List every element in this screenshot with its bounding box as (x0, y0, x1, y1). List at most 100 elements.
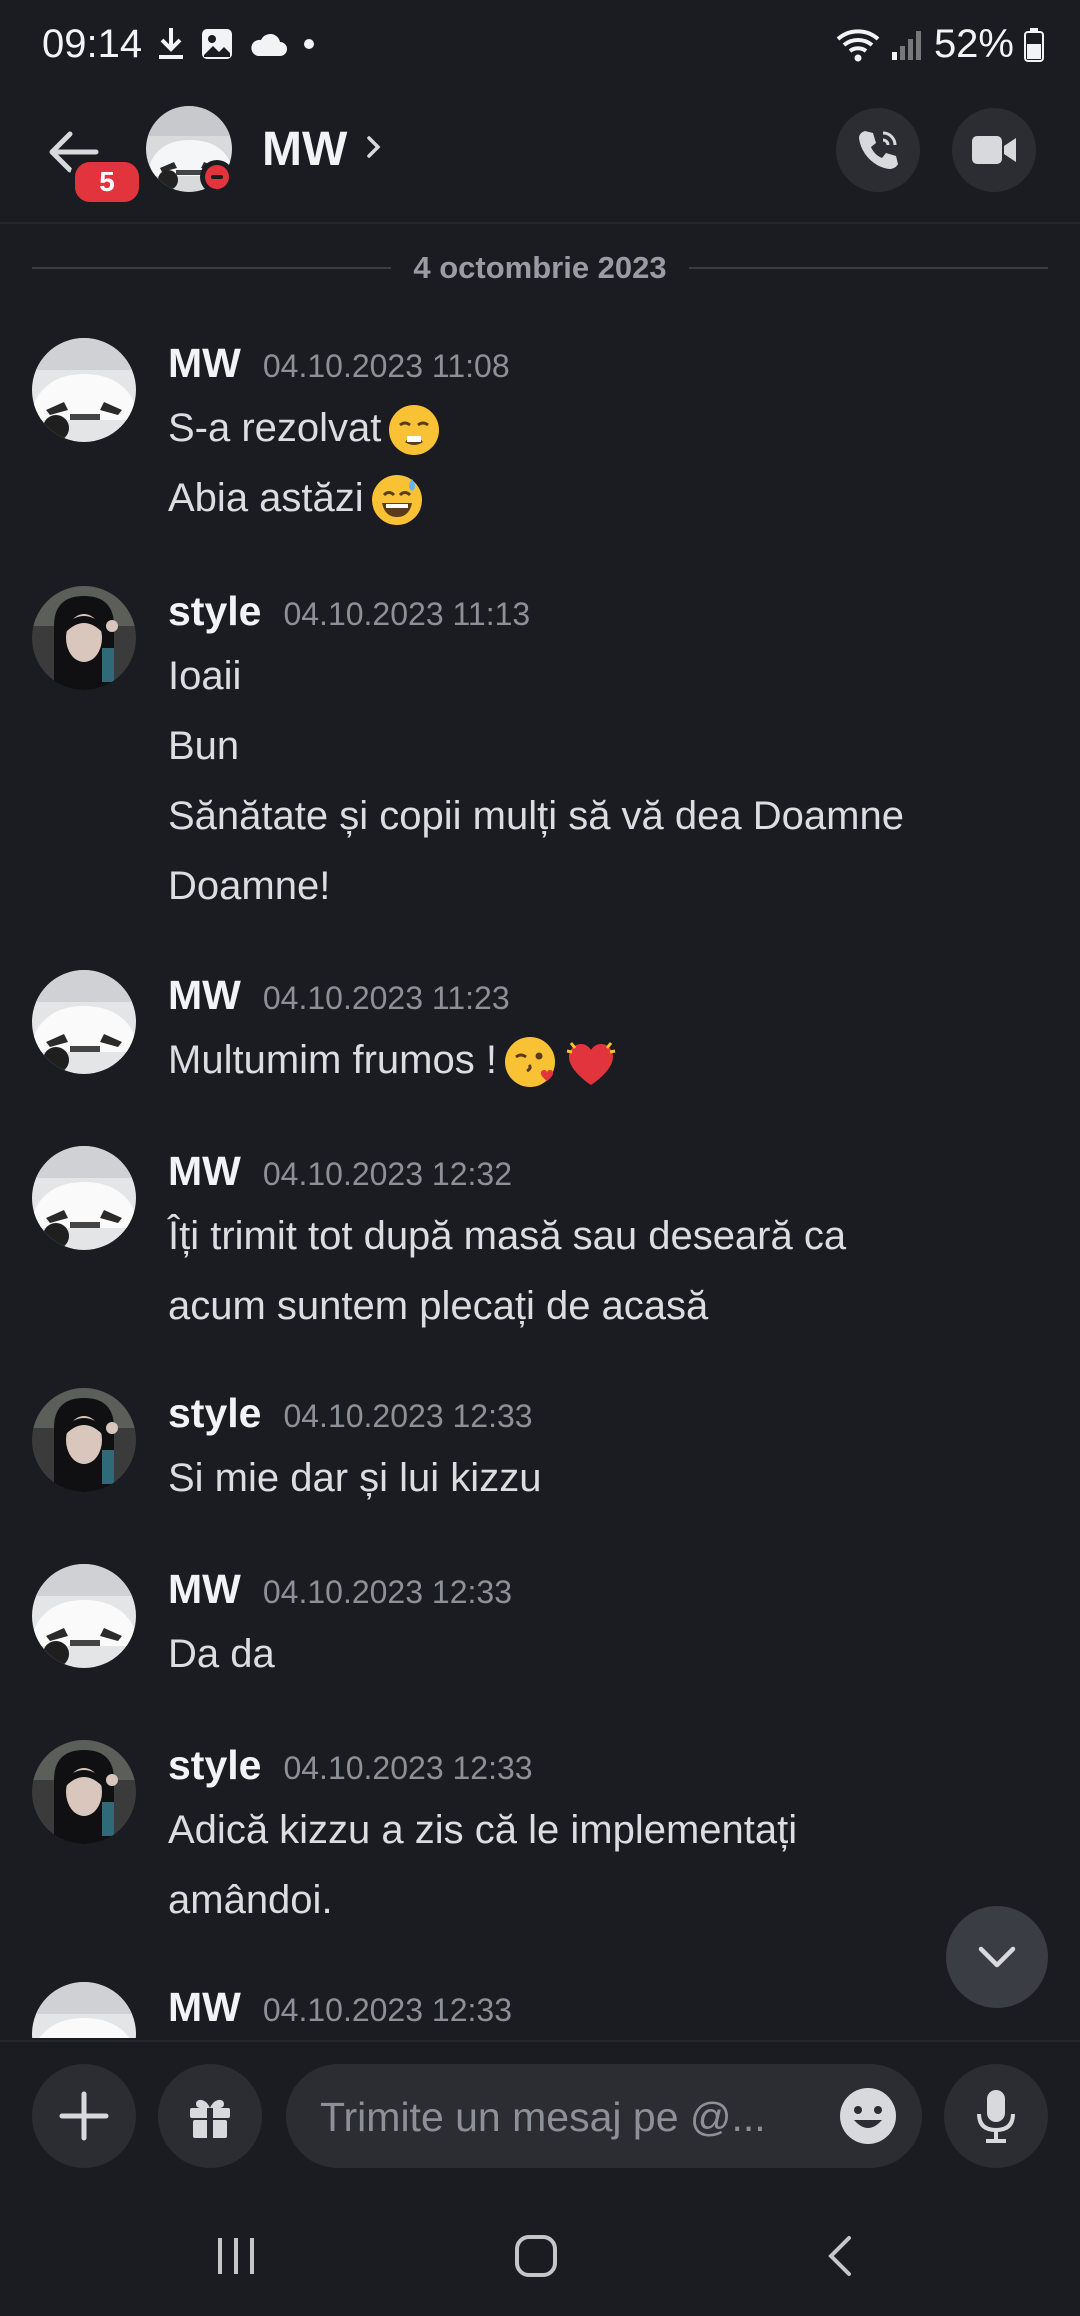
status-notification-icons (156, 26, 316, 62)
avatar[interactable] (32, 1564, 136, 1668)
status-bar: 09:14 52% (0, 0, 1080, 92)
status-time: 09:14 (42, 22, 143, 66)
beating-heart-icon (566, 1042, 616, 1086)
message-line: acum suntem plecați de acasă (168, 1284, 709, 1328)
message-line: Multumim frumos ! (168, 1028, 1028, 1092)
add-attachment-button[interactable] (32, 2064, 136, 2168)
chevron-down-icon (978, 1946, 1016, 1968)
emoji-button[interactable] (838, 2086, 898, 2151)
phone-icon (859, 131, 898, 169)
message-header: style 04.10.2023 12:33 (168, 1742, 533, 1789)
message-author[interactable]: MW (168, 1566, 241, 1613)
chat-header: 5 MW (0, 92, 1080, 224)
message-content: Ioaii Bun Sănătate și copii mulți să vă … (168, 644, 1028, 924)
wifi-icon (836, 28, 880, 61)
message-timestamp: 04.10.2023 12:33 (262, 1574, 512, 1610)
avatar[interactable] (32, 586, 136, 690)
message-timestamp: 04.10.2023 11:13 (283, 596, 531, 632)
recent-apps-button[interactable] (196, 2226, 276, 2286)
avatar[interactable] (32, 1740, 136, 1844)
message-line: Bun (168, 724, 240, 768)
chevron-right-icon[interactable] (364, 132, 384, 162)
image-icon (202, 29, 232, 59)
dot-icon (304, 39, 314, 49)
system-navigation-bar (0, 2196, 1080, 2316)
avatar[interactable] (32, 1388, 136, 1492)
header-username[interactable]: MW (262, 122, 347, 177)
message-timestamp: 04.10.2023 11:23 (262, 980, 510, 1016)
message-line: amândoi. (168, 1878, 333, 1922)
cloud-icon (251, 33, 287, 56)
battery-icon (1024, 27, 1044, 62)
smiley-icon (840, 2088, 896, 2144)
message-line: S-a rezolvat (168, 396, 1028, 460)
message-timestamp: 04.10.2023 11:08 (262, 348, 510, 384)
message-line: Doamne! (168, 864, 331, 908)
home-icon (515, 2235, 557, 2277)
divider-line (32, 267, 392, 269)
video-camera-icon (972, 136, 1016, 164)
avatar[interactable] (32, 970, 136, 1074)
message-author[interactable]: style (168, 1390, 261, 1437)
signal-icon (891, 30, 921, 60)
system-back-button[interactable] (800, 2226, 880, 2286)
grinning-sweat-icon (371, 475, 422, 526)
message-author[interactable]: MW (168, 340, 241, 387)
back-chevron-icon (828, 2236, 851, 2276)
message-content: S-a rezolvat Abia astăzi (168, 396, 1028, 536)
dnd-status-icon (200, 160, 234, 194)
message-line: Ioaii (168, 654, 242, 698)
message-author[interactable]: style (168, 1742, 261, 1789)
message-composer: Trimite un mesaj pe @... (0, 2040, 1080, 2198)
voice-message-button[interactable] (944, 2064, 1048, 2168)
microphone-icon (977, 2090, 1015, 2143)
message-header: MW 04.10.2023 11:23 (168, 972, 510, 1019)
message-header: MW 04.10.2023 12:32 (168, 1148, 512, 1195)
message-header: MW 04.10.2023 12:33 (168, 1566, 512, 1613)
message-header: style 04.10.2023 12:33 (168, 1390, 533, 1437)
unread-badge: 5 (70, 157, 144, 207)
message-content: Si mie dar și lui kizzu (168, 1446, 1028, 1516)
message-timestamp: 04.10.2023 12:33 (283, 1398, 533, 1434)
message-content: Adică kizzu a zis că le implementați amâ… (168, 1798, 1028, 1938)
message-timestamp: 04.10.2023 12:33 (283, 1750, 533, 1786)
message-line: Abia astăzi (168, 466, 1028, 530)
message-author[interactable]: MW (168, 1148, 241, 1195)
divider-line (688, 267, 1049, 269)
message-author[interactable]: MW (168, 1984, 241, 2031)
gift-icon (190, 2099, 230, 2138)
message-line: Adică kizzu a zis că le implementați (168, 1808, 798, 1852)
avatar[interactable] (32, 1982, 136, 2038)
message-timestamp: 04.10.2023 12:32 (262, 1156, 512, 1192)
message-author[interactable]: style (168, 588, 261, 635)
message-content: Îți trimit tot după masă sau deseară ca … (168, 1204, 1028, 1344)
message-input[interactable]: Trimite un mesaj pe @... (286, 2064, 922, 2168)
message-group[interactable]: MW 04.10.2023 12:33 (0, 1982, 1080, 2038)
avatar[interactable] (32, 338, 136, 442)
jump-to-latest-button[interactable] (946, 1906, 1048, 2008)
date-divider-label: 4 octombrie 2023 (413, 250, 667, 285)
message-line: Si mie dar și lui kizzu (168, 1456, 542, 1500)
home-button[interactable] (496, 2226, 576, 2286)
message-timestamp: 04.10.2023 12:33 (262, 1992, 512, 2028)
message-input-placeholder: Trimite un mesaj pe @... (320, 2094, 766, 2140)
kissing-heart-icon (504, 1037, 555, 1088)
message-line: Îți trimit tot după masă sau deseară ca (168, 1214, 847, 1258)
status-right: 52% (836, 22, 1044, 67)
battery-percent: 52% (933, 22, 1014, 66)
video-call-button[interactable] (952, 108, 1036, 192)
gift-button[interactable] (158, 2064, 262, 2168)
message-header: MW 04.10.2023 11:08 (168, 340, 510, 387)
message-header: style 04.10.2023 11:13 (168, 588, 530, 635)
download-icon (159, 28, 183, 59)
relieved-face-icon (389, 405, 440, 456)
message-author[interactable]: MW (168, 972, 241, 1019)
message-line: Sănătate și copii mulți să vă dea Doamne (168, 794, 904, 838)
date-divider: 4 octombrie 2023 (32, 250, 1049, 286)
message-content: Multumim frumos ! (168, 1028, 1028, 1098)
avatar[interactable] (32, 1146, 136, 1250)
voice-call-button[interactable] (836, 108, 920, 192)
message-header: MW 04.10.2023 12:33 (168, 1984, 512, 2031)
plus-icon (59, 2091, 109, 2141)
recent-apps-icon (218, 2238, 254, 2274)
